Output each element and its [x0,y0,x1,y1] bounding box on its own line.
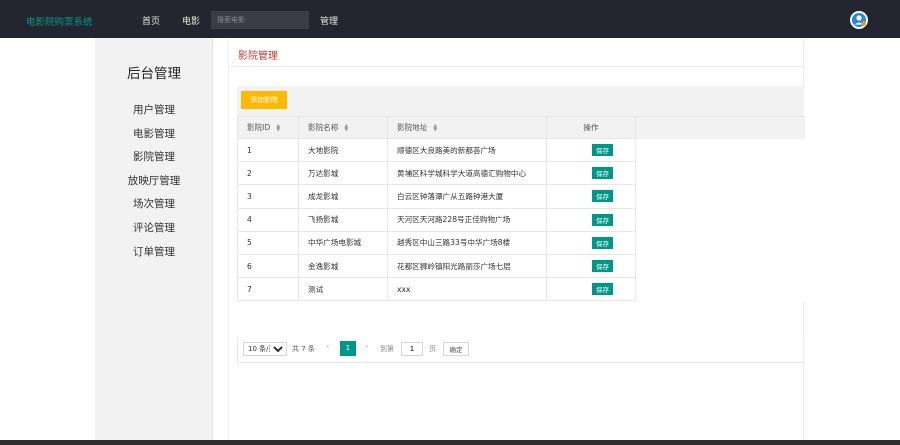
cinema-id-cell: 5 [237,230,299,255]
table-row: 1 大地影院 顺德区大良路美的新都荟广场 保存 [237,137,805,163]
top-navbar: 电影院购票系统 首页 电影 管理 [0,0,900,38]
column-header-label: 影院名称 [308,123,339,132]
cinema-address-cell: 白云区钟落潭广从五路钟港大厦 [387,184,547,209]
table-row: 7 测试 xxx 保存 [237,277,805,302]
action-cell: 保存 [546,253,636,279]
table-row: 2 万达影城 黄埔区科学城科学大道高德汇购物中心 保存 [237,161,805,186]
avatar-graphic [850,11,868,29]
save-button[interactable]: 保存 [592,167,613,180]
window-bottom-edge [0,440,900,445]
cinema-id-cell: 7 [237,277,299,302]
sidebar-item-cinemas[interactable]: 影院管理 [95,147,213,171]
sort-icon[interactable]: ▲ ▼ [276,124,280,133]
sort-icon[interactable]: ▲ ▼ [433,124,437,133]
cinema-address-cell: xxx [387,277,547,302]
movie-search-input[interactable] [211,11,309,29]
user-avatar-icon[interactable] [850,11,868,29]
page-title: 影院管理 [238,51,278,62]
column-header-address[interactable]: 影院地址 ▲ ▼ [387,116,547,139]
cinema-address-cell: 黄埔区科学城科学大道高德汇购物中心 [387,161,547,186]
table-filler-cell [635,231,805,255]
goto-label: 到第 [380,345,394,353]
cinema-address-cell: 顺德区大良路美的新都荟广场 [387,137,547,163]
sidebar-item-halls[interactable]: 放映厅管理 [95,171,213,195]
table-header-row: 影院ID ▲ ▼ 影院名称 ▲ ▼ 影院地址 ▲ ▼ 操作 [237,116,805,139]
sidebar-item-users[interactable]: 用户管理 [95,100,213,124]
add-cinema-button[interactable]: 添加影院 [241,91,287,109]
action-cell: 保存 [546,207,636,232]
column-header-label: 影院ID [247,123,271,132]
save-button[interactable]: 保存 [592,144,613,157]
table-row: 4 飞扬影城 天河区天河路228号正佳购物广场 保存 [237,207,805,232]
cinema-id-cell: 6 [237,253,299,279]
save-button[interactable]: 保存 [592,190,613,203]
column-header-name[interactable]: 影院名称 ▲ ▼ [298,116,388,139]
total-count: 共 7 条 [292,345,315,353]
action-cell: 保存 [546,184,636,209]
sidebar-item-movies[interactable]: 电影管理 [95,124,213,148]
page-size-select[interactable]: 10 条/页 [243,342,287,356]
action-cell: 保存 [546,277,636,302]
chevron-right-icon[interactable]: › [365,342,369,352]
nav-manage-link[interactable]: 管理 [320,14,338,27]
cinema-id-cell: 4 [237,207,299,232]
table-row: 3 成龙影城 白云区钟落潭广从五路钟港大厦 保存 [237,184,805,209]
table-row: 5 中华广场电影城 越秀区中山三路33号中华广场8楼 保存 [237,230,805,255]
action-cell: 保存 [546,137,636,163]
table-filler-cell [635,208,805,232]
cinema-address-cell: 花都区狮岭镇阳光路丽莎广场七层 [387,253,547,279]
site-brand[interactable]: 电影院购票系统 [26,14,93,28]
sidebar-menu: 用户管理 电影管理 影院管理 放映厅管理 场次管理 评论管理 订单管理 [95,100,213,265]
save-button[interactable]: 保存 [592,260,613,273]
table-row: 6 金逸影城 花都区狮岭镇阳光路丽莎广场七层 保存 [237,253,805,279]
sidebar-item-comments[interactable]: 评论管理 [95,218,213,242]
cinema-name-cell: 金逸影城 [298,253,388,279]
cinema-address-cell: 越秀区中山三路33号中华广场8楼 [387,230,547,255]
pagination: 10 条/页 共 7 条 ‹ 1 › 到第 页 确定 [237,337,804,363]
cinema-name-cell: 大地影院 [298,137,388,163]
page-unit-label: 页 [429,345,436,353]
table-filler-cell [635,116,805,139]
page-number-current[interactable]: 1 [340,341,356,356]
admin-sidebar: 后台管理 用户管理 电影管理 影院管理 放映厅管理 场次管理 评论管理 订单管理 [95,38,213,440]
cinema-name-cell: 万达影城 [298,161,388,186]
table-filler-cell [635,138,805,162]
cinema-name-cell: 测试 [298,277,388,302]
cinema-id-cell: 3 [237,184,299,209]
title-divider [229,66,805,67]
column-header-label: 影院地址 [397,123,428,132]
sort-icon[interactable]: ▲ ▼ [344,124,348,133]
sidebar-item-sessions[interactable]: 场次管理 [95,194,213,218]
action-cell: 保存 [546,161,636,186]
cinema-table: 影院ID ▲ ▼ 影院名称 ▲ ▼ 影院地址 ▲ ▼ 操作 1 大地影院 顺德区大良路美的新都荟… [237,116,805,302]
sidebar-title: 后台管理 [127,66,181,82]
save-button[interactable]: 保存 [592,283,613,296]
chevron-left-icon[interactable]: ‹ [326,342,330,352]
cinema-address-cell: 天河区天河路228号正佳购物广场 [387,207,547,232]
save-button[interactable]: 保存 [592,213,613,226]
save-button[interactable]: 保存 [592,236,613,249]
goto-page-input[interactable] [401,342,423,356]
cinema-id-cell: 1 [237,137,299,163]
cinema-name-cell: 成龙影城 [298,184,388,209]
main-panel: 影院管理 添加影院 影院ID ▲ ▼ 影院名称 ▲ ▼ 影院地址 ▲ ▼ 操作 1 大地影院顺… [228,38,805,440]
column-header-id[interactable]: 影院ID ▲ ▼ [237,116,299,139]
nav-home-link[interactable]: 首页 [142,14,160,27]
cinema-name-cell: 飞扬影城 [298,207,388,232]
cinema-id-cell: 2 [237,161,299,186]
nav-movie-link[interactable]: 电影 [182,14,200,27]
table-toolbar [237,86,804,116]
sidebar-item-orders[interactable]: 订单管理 [95,242,213,266]
goto-confirm-button[interactable]: 确定 [443,342,469,356]
action-cell: 保存 [546,230,636,255]
column-header-action: 操作 [546,116,636,139]
table-filler-cell [635,254,805,278]
table-filler-cell [635,161,805,185]
table-body: 1 大地影院 顺德区大良路美的新都荟广场 保存 2 万达影城 黄埔区科学城科学大道高德汇购物… [237,137,805,302]
table-filler-cell [635,277,805,301]
cinema-name-cell: 中华广场电影城 [298,230,388,255]
table-filler-cell [635,184,805,209]
